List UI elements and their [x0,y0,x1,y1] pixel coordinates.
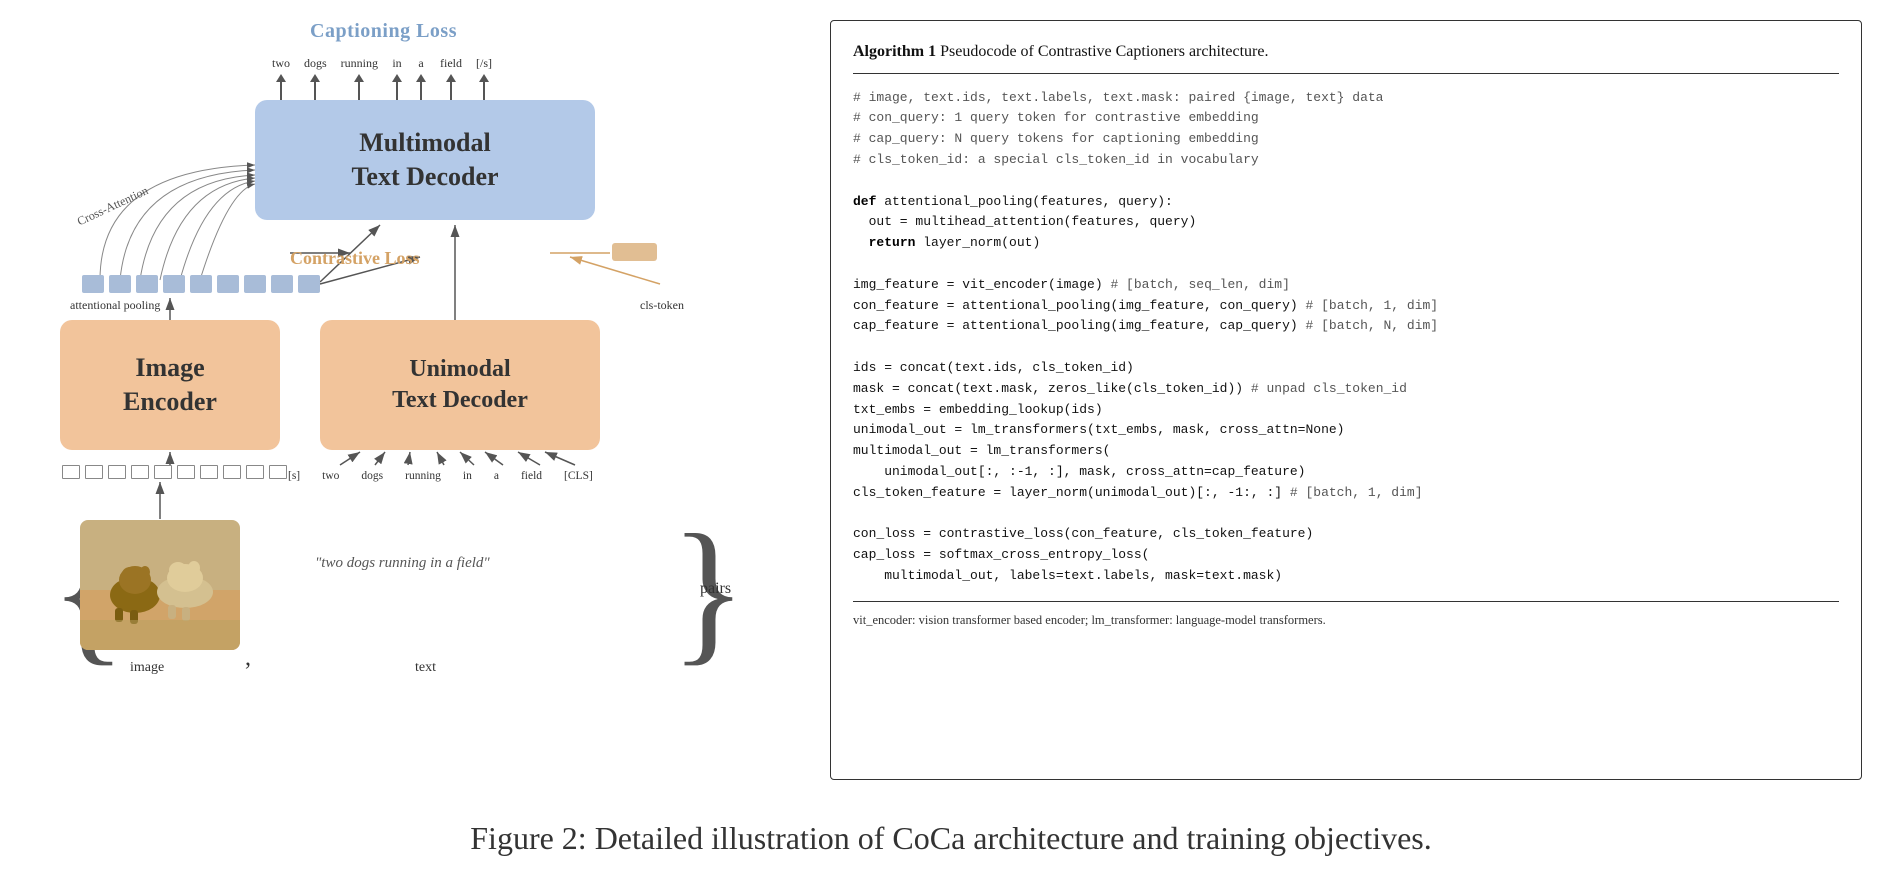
code-line-out: out = multihead_attention(features, quer… [853,214,1196,229]
main-container: Captioning Loss two dogs running [40,20,1862,857]
attentional-pooling-tokens [82,275,320,293]
img-token-3 [108,465,126,479]
figure-caption: Figure 2: Detailed illustration of CoCa … [470,820,1432,857]
code-line-conloss: con_loss = contrastive_loss(con_feature,… [853,526,1313,541]
img-token-4 [131,465,149,479]
img-token-8 [223,465,241,479]
image-label: image [130,660,164,676]
dog-image [80,520,240,650]
img-token-7 [200,465,218,479]
token-1 [82,275,104,293]
input-word-cls: [CLS] [564,470,593,482]
multimodal-text-decoder-box: MultimodalText Decoder [255,100,595,220]
token-9 [298,275,320,293]
code-line-cls: cls_token_feature = layer_norm(unimodal_… [853,485,1423,500]
img-token-9 [246,465,264,479]
code-line-def: def attentional_pooling(features, query)… [853,194,1173,209]
input-word-dogs: dogs [361,470,383,482]
code-line-img: img_feature = vit_encoder(image) # [batc… [853,277,1290,292]
contrastive-loss-label: Contrastive Loss [290,248,420,269]
cross-attention-label: Cross-Attention [75,183,151,229]
algo-title: Algorithm 1 Pseudocode of Contrastive Ca… [853,39,1839,74]
top-section: Captioning Loss two dogs running [40,20,1862,780]
token-5 [190,275,212,293]
code-line-multi2: unimodal_out[:, :-1, :], mask, cross_att… [853,464,1305,479]
image-encoder-box: ImageEncoder [60,320,280,450]
token-4 [163,275,185,293]
code-line-multi1: multimodal_out = lm_transformers( [853,443,1110,458]
code-line-return: return layer_norm(out) [853,235,1040,250]
captioning-loss-label: Captioning Loss [310,20,457,43]
img-token-10 [269,465,287,479]
code-comment-4: # cls_token_id: a special cls_token_id i… [853,152,1259,167]
input-word-two: two [322,470,339,482]
code-line-caploss1: cap_loss = softmax_cross_entropy_loss( [853,547,1149,562]
code-line-caploss2: multimodal_out, labels=text.labels, mask… [853,568,1282,583]
token-2 [109,275,131,293]
img-token-5 [154,465,172,479]
code-line-cap: cap_feature = attentional_pooling(img_fe… [853,318,1438,333]
img-token-2 [85,465,103,479]
input-word-s: [s] [288,470,300,482]
comma: , [245,645,251,672]
algo-title-rest: Pseudocode of Contrastive Captioners arc… [936,43,1268,60]
code-line-embs: txt_embs = embedding_lookup(ids) [853,402,1103,417]
pairs-label: pairs [700,580,731,598]
token-7 [244,275,266,293]
cls-token-label: cls-token [640,298,684,313]
algo-code-block: # image, text.ids, text.labels, text.mas… [853,88,1839,587]
text-label: text [415,660,436,676]
algo-title-bold: Algorithm 1 [853,43,936,60]
text-quote: "two dogs running in a field" [315,555,490,572]
img-input-tokens [62,465,287,479]
token-3 [136,275,158,293]
token-8 [271,275,293,293]
code-line-con: con_feature = attentional_pooling(img_fe… [853,298,1438,313]
input-word-a: a [494,470,499,482]
code-line-uni: unimodal_out = lm_transformers(txt_embs,… [853,422,1344,437]
diagram-section: Captioning Loss two dogs running [40,20,800,780]
token-6 [217,275,239,293]
attentional-pooling-label: attentional pooling [70,298,160,313]
code-comment-3: # cap_query: N query tokens for captioni… [853,131,1259,146]
code-line-ids: ids = concat(text.ids, cls_token_id) [853,360,1134,375]
unimodal-input-words: [s] two dogs running in a field [CLS] [288,470,593,482]
input-word-in: in [463,470,472,482]
diagram-inner: Captioning Loss two dogs running [40,20,800,780]
algo-footer: vit_encoder: vision transformer based en… [853,601,1839,630]
img-token-1 [62,465,80,479]
algorithm-section: Algorithm 1 Pseudocode of Contrastive Ca… [830,20,1862,780]
unimodal-text-decoder-box: UnimodalText Decoder [320,320,600,450]
img-token-6 [177,465,195,479]
input-word-field: field [521,470,542,482]
code-line-mask: mask = concat(text.mask, zeros_like(cls_… [853,381,1407,396]
code-comment-1: # image, text.ids, text.labels, text.mas… [853,90,1384,105]
code-comment-2: # con_query: 1 query token for contrasti… [853,110,1259,125]
input-word-running: running [405,470,441,482]
